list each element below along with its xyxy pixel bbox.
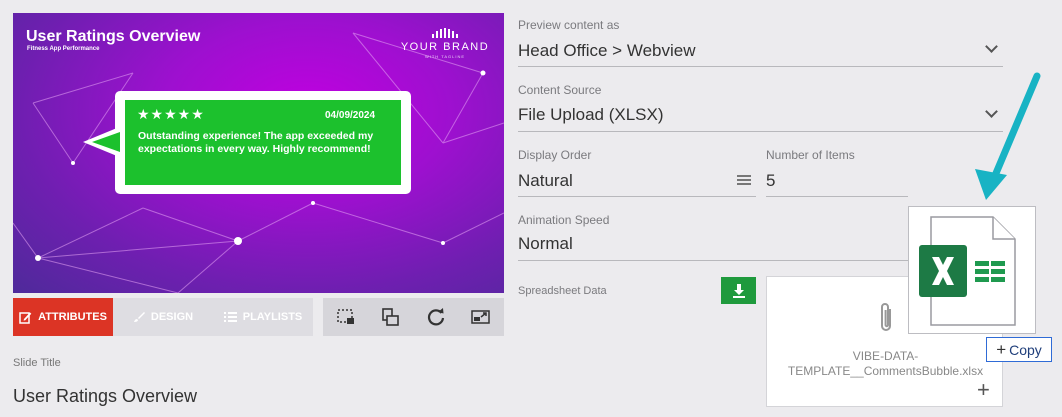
animation-speed-select[interactable]: Normal <box>518 234 573 254</box>
layers-button[interactable] <box>368 298 413 336</box>
brand-logo: YOUR BRAND WITH TAGLINE <box>400 28 490 59</box>
preview-title: User Ratings Overview <box>26 28 201 45</box>
editor-tab-bar: ATTRIBUTES DESIGN PLAYLISTS <box>13 298 313 336</box>
brand-logo-icon <box>400 28 490 38</box>
refresh-icon <box>428 308 445 326</box>
download-icon <box>732 283 745 298</box>
dragged-excel-file[interactable] <box>908 206 1036 334</box>
display-order-underline <box>518 196 756 197</box>
crop-icon <box>336 309 354 324</box>
list-icon <box>223 312 237 322</box>
paperclip-icon <box>881 303 891 331</box>
preview-as-select[interactable]: Head Office > Webview <box>518 41 696 61</box>
menu-icon[interactable] <box>737 174 751 186</box>
layers-icon <box>382 308 399 326</box>
preview-toolbar <box>323 298 504 336</box>
content-source-label: Content Source <box>518 83 602 97</box>
slide-title-input[interactable]: User Ratings Overview <box>13 386 197 407</box>
display-order-label: Display Order <box>518 148 592 162</box>
number-of-items-label: Number of Items <box>766 148 855 162</box>
comment-bubble-tail-inner <box>92 132 120 152</box>
review-text: Outstanding experience! The app exceeded… <box>138 130 374 155</box>
brand-tagline: WITH TAGLINE <box>424 54 466 59</box>
spreadsheet-data-label: Spreadsheet Data <box>518 285 607 297</box>
resize-button[interactable] <box>459 298 504 336</box>
chevron-down-icon[interactable] <box>985 105 998 118</box>
filename-line-2: TEMPLATE__CommentsBubble.xlsx <box>787 364 984 378</box>
tab-attributes[interactable]: ATTRIBUTES <box>13 298 113 336</box>
brand-name: YOUR BRAND <box>400 41 490 53</box>
slide-title-label: Slide Title <box>13 357 61 369</box>
tab-design[interactable]: DESIGN <box>113 298 213 336</box>
download-template-button[interactable] <box>721 277 756 304</box>
tab-design-label: DESIGN <box>150 311 194 323</box>
refresh-button[interactable] <box>414 298 459 336</box>
edit-icon <box>19 311 32 324</box>
spreadsheet-filename: VIBE-DATA- TEMPLATE__CommentsBubble.xlsx <box>767 349 1004 379</box>
add-file-icon[interactable]: + <box>977 377 990 403</box>
review-date: 04/09/2024 <box>325 110 376 121</box>
display-order-select[interactable]: Natural <box>518 171 573 191</box>
content-source-underline <box>518 131 1003 132</box>
preview-as-label: Preview content as <box>518 18 620 32</box>
preview-subtitle: Fitness App Performance <box>27 46 100 52</box>
rating-stars: ★★★★★ <box>137 106 205 122</box>
number-of-items-input[interactable]: 5 <box>766 171 775 191</box>
copy-label: Copy <box>1009 341 1042 358</box>
capture-button[interactable] <box>323 298 368 336</box>
filename-line-1: VIBE-DATA- <box>852 349 919 363</box>
tab-playlists[interactable]: PLAYLISTS <box>213 298 313 336</box>
preview-as-underline <box>518 66 1003 67</box>
brush-icon <box>133 312 145 322</box>
copy-drag-tooltip: + Copy <box>986 337 1052 362</box>
plus-icon: + <box>996 339 1007 359</box>
animation-speed-underline <box>518 260 908 261</box>
tab-playlists-label: PLAYLISTS <box>242 311 303 323</box>
content-source-select[interactable]: File Upload (XLSX) <box>518 105 664 125</box>
animation-speed-label: Animation Speed <box>518 213 610 227</box>
chevron-down-icon[interactable] <box>985 40 998 53</box>
excel-file-icon <box>919 216 1016 326</box>
resize-icon <box>471 310 491 324</box>
tab-attributes-label: ATTRIBUTES <box>38 311 107 323</box>
number-of-items-underline <box>766 196 908 197</box>
